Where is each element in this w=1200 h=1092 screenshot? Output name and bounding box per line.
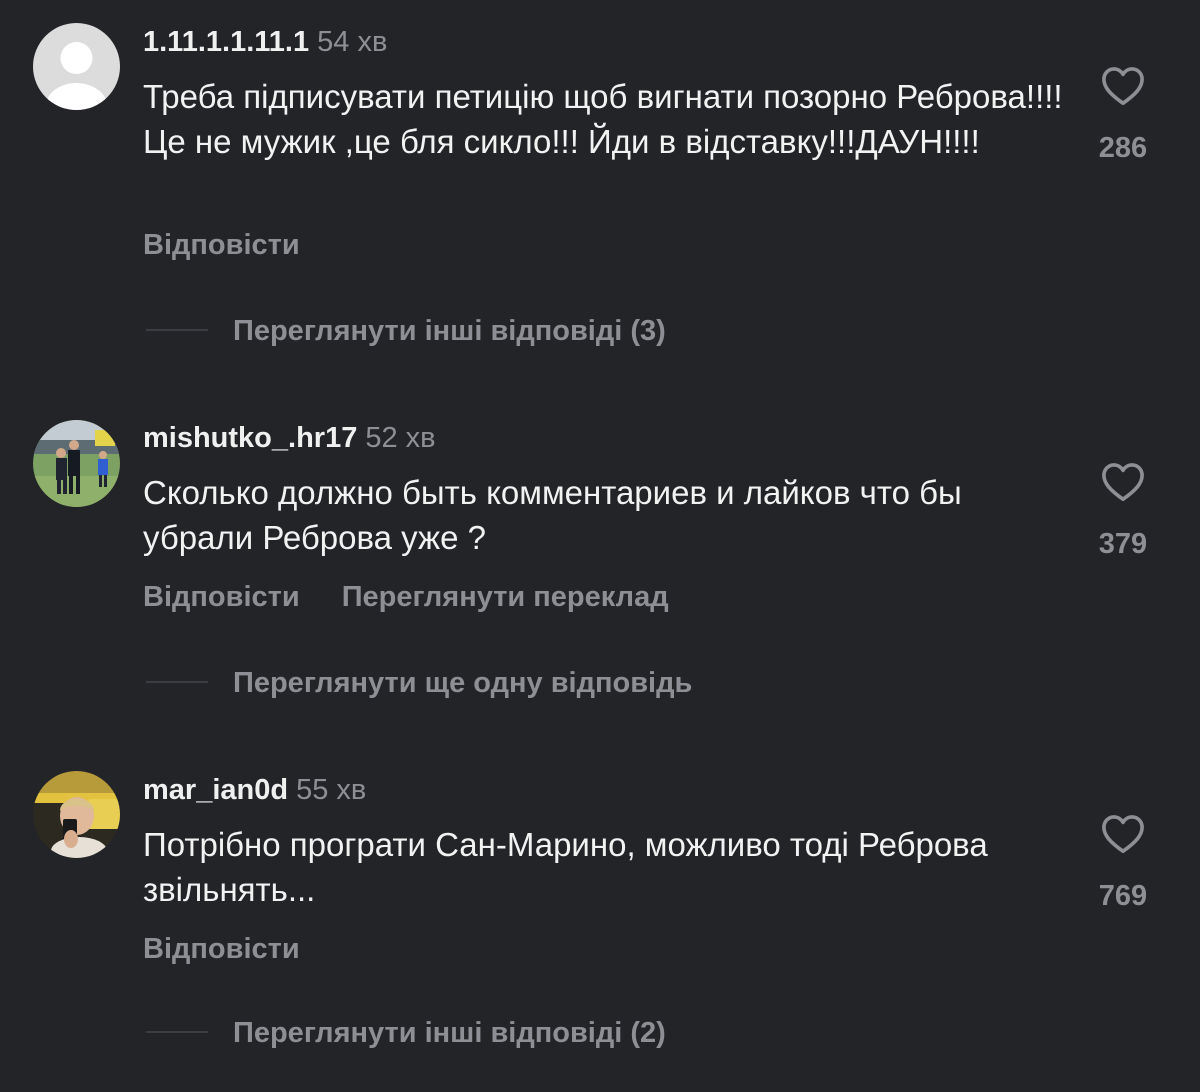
like-button[interactable]: 769 bbox=[1088, 814, 1158, 913]
avatar[interactable] bbox=[33, 420, 120, 507]
heart-outline-icon[interactable] bbox=[1101, 814, 1145, 854]
divider-line bbox=[146, 681, 208, 684]
view-more-replies-label[interactable]: Переглянути інші відповіді (3) bbox=[233, 315, 666, 347]
user-photo-icon bbox=[33, 771, 120, 858]
view-more-replies[interactable]: Переглянути інші відповіді (3) bbox=[146, 315, 666, 348]
like-button[interactable]: 286 bbox=[1088, 66, 1158, 165]
view-more-replies-label[interactable]: Переглянути ще одну відповідь bbox=[233, 667, 692, 699]
comment-actions: Відповісти bbox=[143, 933, 300, 966]
view-more-replies[interactable]: Переглянути ще одну відповідь bbox=[146, 667, 692, 700]
divider-line bbox=[146, 1031, 208, 1034]
divider-line bbox=[146, 329, 208, 332]
comment-text: Потрібно програти Сан-Марино, можливо то… bbox=[143, 826, 988, 908]
comment-header: mar_ian0d 55 хв bbox=[143, 774, 366, 807]
username[interactable]: 1.11.1.1.11.1 bbox=[143, 26, 309, 58]
reply-button[interactable]: Відповісти bbox=[143, 581, 300, 614]
avatar[interactable] bbox=[33, 23, 120, 110]
view-more-replies-label[interactable]: Переглянути інші відповіді (2) bbox=[233, 1017, 666, 1049]
reply-button[interactable]: Відповісти bbox=[143, 933, 300, 966]
timestamp: 52 хв bbox=[365, 422, 436, 454]
reply-button[interactable]: Відповісти bbox=[143, 229, 300, 262]
person-placeholder-icon bbox=[33, 23, 120, 110]
heart-outline-icon[interactable] bbox=[1101, 462, 1145, 502]
timestamp: 55 хв bbox=[296, 774, 367, 806]
like-button[interactable]: 379 bbox=[1088, 462, 1158, 561]
comment-text: Треба підписувати петицію щоб вигнати по… bbox=[143, 78, 1063, 160]
see-translation-button[interactable]: Переглянути переклад bbox=[342, 581, 669, 614]
like-count: 379 bbox=[1098, 528, 1148, 560]
username[interactable]: mar_ian0d bbox=[143, 774, 288, 806]
comment-header: 1.11.1.1.11.1 54 хв bbox=[143, 26, 387, 59]
avatar[interactable] bbox=[33, 771, 120, 858]
comment-text: Сколько должно быть комментариев и лайко… bbox=[143, 474, 962, 556]
like-count: 769 bbox=[1098, 880, 1148, 912]
username[interactable]: mishutko_.hr17 bbox=[143, 422, 357, 454]
view-more-replies[interactable]: Переглянути інші відповіді (2) bbox=[146, 1017, 666, 1050]
user-photo-icon bbox=[33, 420, 120, 507]
heart-outline-icon[interactable] bbox=[1101, 66, 1145, 106]
comment-actions: Відповісти Переглянути переклад bbox=[143, 581, 669, 614]
comment-header: mishutko_.hr17 52 хв bbox=[143, 422, 436, 455]
like-count: 286 bbox=[1098, 132, 1148, 164]
comment-actions: Відповісти bbox=[143, 229, 300, 262]
timestamp: 54 хв bbox=[317, 26, 388, 58]
